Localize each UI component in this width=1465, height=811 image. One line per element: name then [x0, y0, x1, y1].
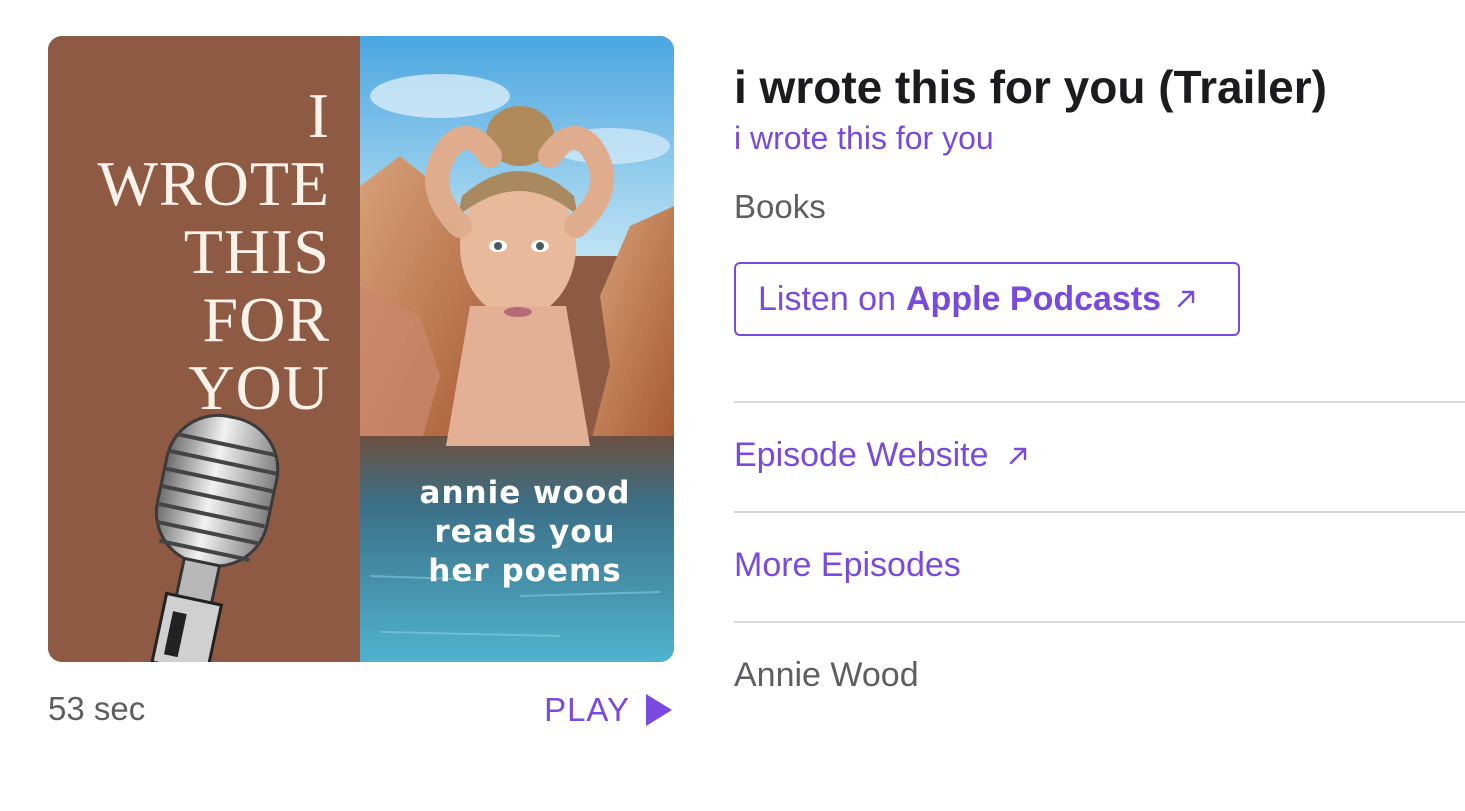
artwork-subtitle: annie wood reads you her poems	[400, 474, 650, 591]
divider	[734, 511, 1465, 513]
listen-brand: Apple Podcasts	[906, 279, 1162, 318]
listen-prefix: Listen on	[758, 279, 896, 318]
episode-website-label: Episode Website	[734, 436, 989, 474]
external-arrow-icon	[1177, 290, 1195, 308]
microphone-illustration	[150, 413, 280, 662]
artwork-photo-panel: annie wood reads you her poems	[360, 36, 674, 662]
play-button[interactable]: PLAY	[544, 686, 674, 734]
more-episodes-label: More Episodes	[734, 546, 961, 584]
more-episodes-link[interactable]: More Episodes	[734, 546, 961, 585]
author-name: Annie Wood	[734, 656, 919, 694]
player-bar: 53 sec PLAY	[48, 686, 674, 734]
artwork-subtitle-line: her poems	[428, 553, 622, 589]
divider	[734, 621, 1465, 623]
artwork-left-panel: I WROTE THIS FOR YOU	[48, 36, 360, 662]
episode-title: i wrote this for you (Trailer)	[734, 61, 1327, 113]
show-name-link[interactable]: i wrote this for you	[734, 120, 994, 157]
play-label: PLAY	[544, 691, 630, 728]
episode-duration: 53 sec	[48, 690, 146, 727]
artwork-subtitle-line: reads you	[434, 514, 616, 550]
category-label: Books	[734, 188, 826, 225]
episode-website-link[interactable]: Episode Website	[734, 436, 1029, 475]
external-arrow-icon	[1009, 447, 1026, 464]
divider	[734, 401, 1465, 403]
play-triangle-icon	[646, 694, 672, 726]
listen-on-apple-podcasts-button[interactable]: Listen on Apple Podcasts	[734, 262, 1240, 336]
artwork-subtitle-line: annie wood	[419, 475, 631, 511]
podcast-artwork: I WROTE THIS FOR YOU annie wood reads yo…	[48, 36, 674, 662]
